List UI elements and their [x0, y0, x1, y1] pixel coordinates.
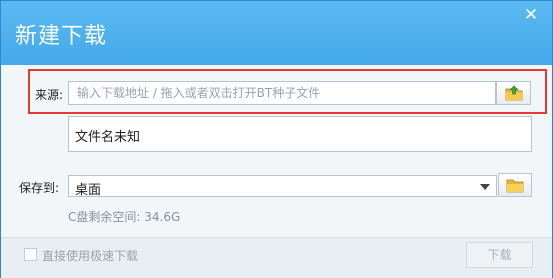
fast-download-label[interactable]: 直接使用极速下载	[42, 247, 138, 264]
upload-folder-icon	[505, 85, 522, 101]
download-button[interactable]: 下载	[466, 242, 533, 268]
new-download-dialog: 新建下载 ✕ 来源: 文件名未知 保存到: 桌面 C盘剩余空间: 34.6G 直…	[0, 0, 553, 278]
fast-download-checkbox[interactable]	[24, 248, 37, 261]
browse-folder-button[interactable]	[498, 173, 532, 197]
source-label: 来源:	[35, 88, 64, 102]
disk-free-space: C盘剩余空间: 34.6G	[68, 210, 181, 224]
save-to-label: 保存到:	[19, 181, 60, 195]
folder-icon	[506, 179, 524, 192]
file-name-field[interactable]: 文件名未知	[68, 116, 532, 152]
open-torrent-button[interactable]	[496, 81, 531, 105]
close-button[interactable]: ✕	[522, 6, 540, 24]
save-location-value: 桌面	[75, 183, 102, 198]
title-bar[interactable]: 新建下载 ✕	[1, 1, 552, 65]
dropdown-arrow-icon[interactable]	[480, 184, 490, 190]
source-url-input[interactable]	[68, 81, 496, 105]
dialog-title: 新建下载	[15, 24, 108, 49]
close-icon: ✕	[523, 5, 539, 25]
save-location-select[interactable]: 桌面	[68, 175, 497, 198]
